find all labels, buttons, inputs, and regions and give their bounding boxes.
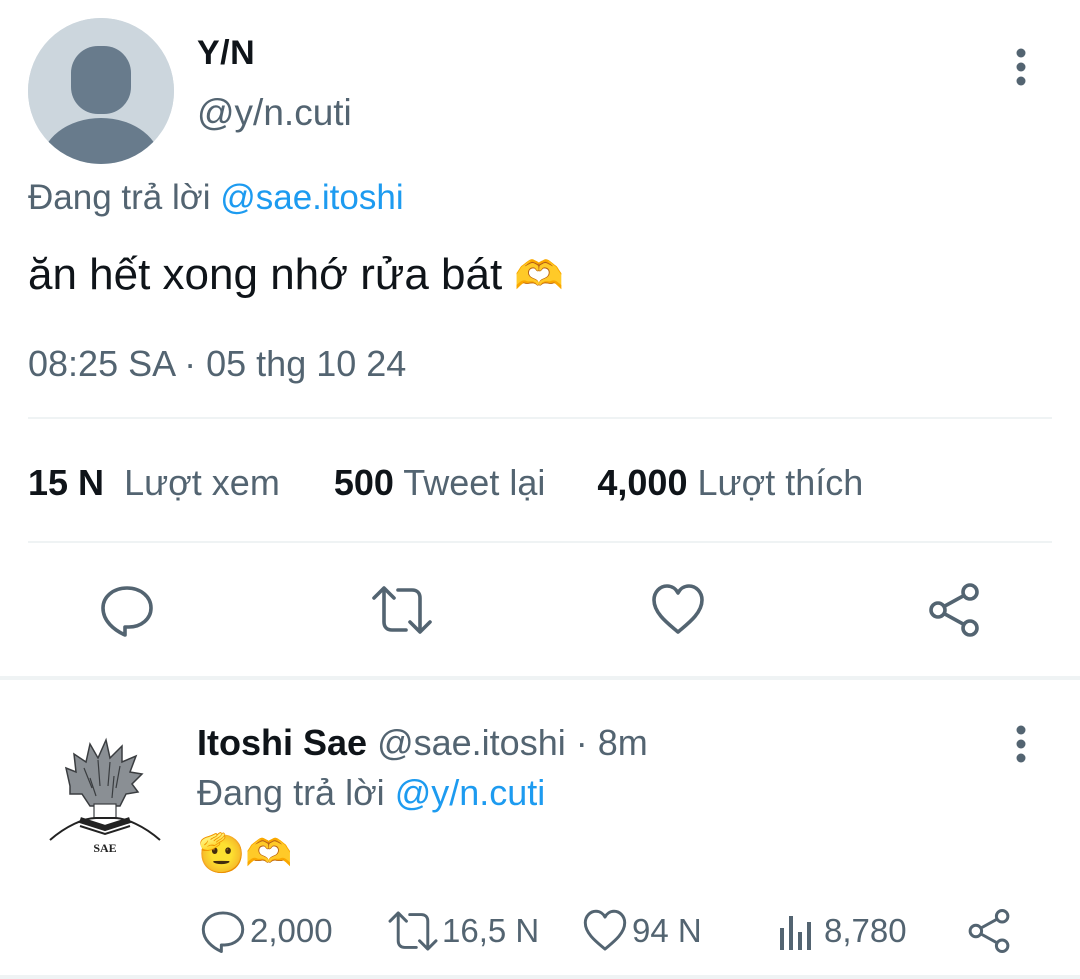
like-count: 94 N [632,912,702,949]
replying-prefix: Đang trả lời [197,772,385,813]
retweet-button[interactable]: 16,5 N [388,908,539,954]
divider [0,975,1080,979]
avatar-drawing: SAE [40,728,170,858]
replying-to: Đang trả lời @sae.itoshi [28,178,404,218]
reply-icon [201,911,245,954]
views-stat[interactable]: 15 N Lượt xem [28,462,280,503]
share-button[interactable] [966,908,1016,954]
views-button[interactable]: 8,780 [774,908,907,954]
tweet-text: ăn hết xong nhớ rửa bát 🫶 [28,250,564,300]
views-count: 8,780 [824,912,907,949]
tweet-stats: 15 N Lượt xem 500 Tweet lại 4,000 Lượt t… [28,462,863,504]
reply-text: 🫡🫶 [198,833,293,875]
like-icon [583,909,627,951]
replying-prefix: Đang trả lời [28,178,211,217]
replying-to: Đang trả lời @y/n.cuti [197,772,545,814]
divider [28,417,1052,419]
retweet-count: 16,5 N [442,912,540,949]
share-icon [968,908,1010,954]
reply-header: Itoshi Sae @sae.itoshi · 8m [197,722,648,764]
replying-to-link[interactable]: @y/n.cuti [395,772,546,813]
like-icon[interactable] [650,582,706,638]
display-name[interactable]: Y/N [197,34,255,73]
tweet-timestamp[interactable]: 08:25 SA · 05 thg 10 24 [28,343,406,385]
reply-button[interactable]: 2,000 [200,908,333,954]
tweet-time[interactable]: · 8m [576,722,648,763]
section-divider [0,676,1080,680]
default-avatar-icon [28,18,174,164]
divider [28,541,1052,543]
retweet-icon [388,911,438,951]
reply-count: 2,000 [250,912,333,949]
username[interactable]: @sae.itoshi [377,722,566,763]
tweet-text-body: ăn hết xong nhớ rửa bát [28,250,503,299]
heart-hands-emoji: 🫶 [514,254,565,298]
avatar[interactable]: SAE [40,728,170,858]
like-button[interactable]: 94 N [582,908,702,954]
username[interactable]: @y/n.cuti [197,92,352,134]
replying-to-link[interactable]: @sae.itoshi [220,178,403,217]
more-options-icon[interactable] [1000,722,1042,766]
more-options-icon[interactable] [1000,45,1042,89]
likes-stat[interactable]: 4,000 Lượt thích [597,462,863,503]
avatar-caption: SAE [93,841,116,855]
share-icon[interactable] [926,582,982,638]
reply-icon[interactable] [99,582,155,638]
avatar[interactable] [28,18,174,164]
display-name[interactable]: Itoshi Sae [197,722,367,763]
views-icon [780,916,811,950]
retweets-stat[interactable]: 500 Tweet lại [334,462,546,503]
retweet-icon[interactable] [372,582,432,638]
